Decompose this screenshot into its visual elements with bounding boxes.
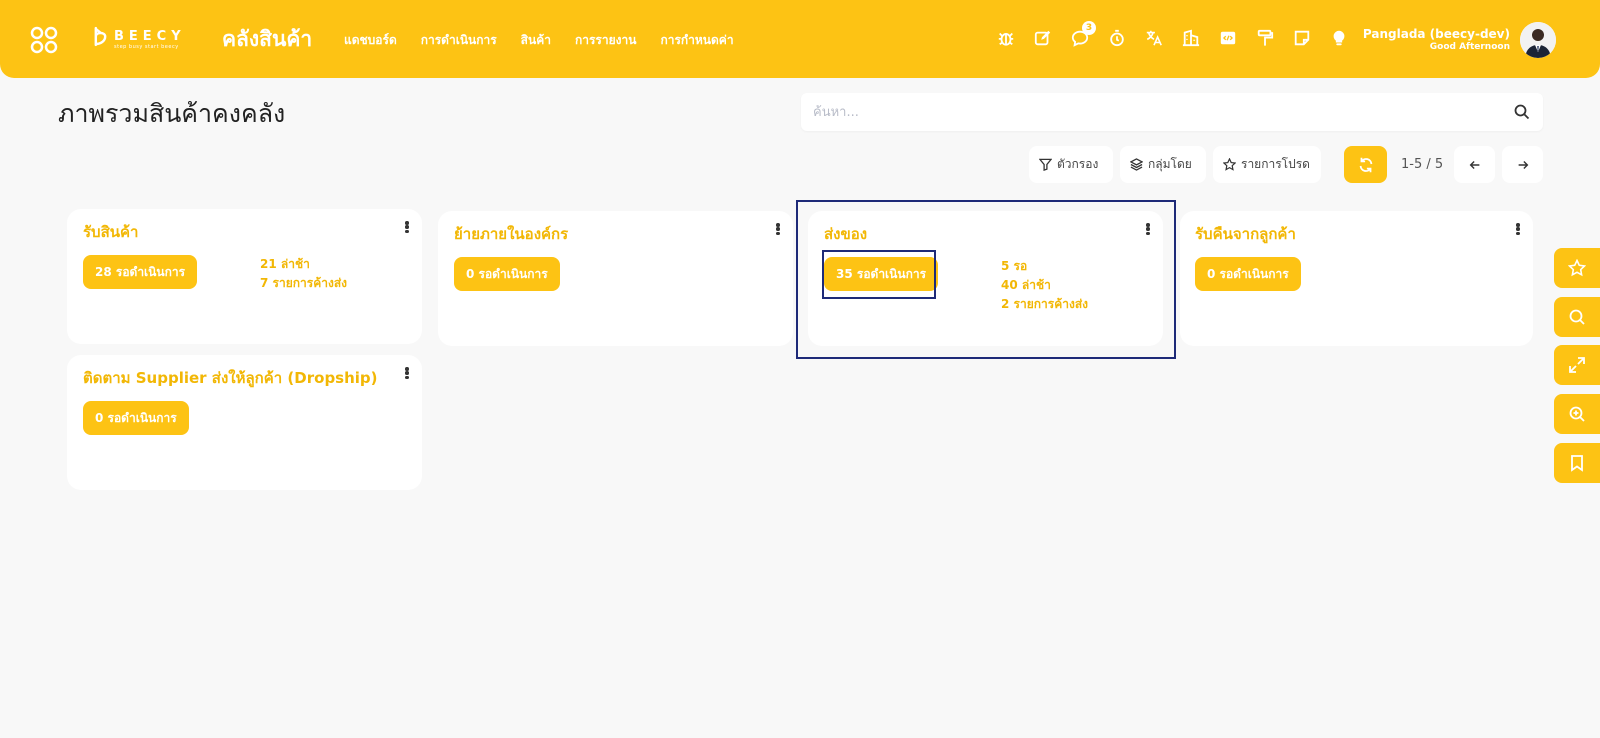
user-name: Panglada (beecy-dev)	[1362, 27, 1510, 42]
card-title[interactable]: ส่งของ	[824, 222, 867, 246]
pending-button[interactable]: 35 รอดำเนินการ	[824, 257, 939, 291]
search-icon	[1569, 309, 1585, 325]
search-icon[interactable]	[1513, 103, 1531, 121]
next-page-button[interactable]	[1502, 146, 1543, 183]
side-zoom-button[interactable]	[1554, 394, 1600, 434]
page-title: ภาพรวมสินค้าคงคลัง	[58, 99, 286, 128]
star-icon	[1568, 259, 1586, 277]
card-stats: 5 รอ 40 ล่าช้า 2 รายการค้างส่ง	[1001, 257, 1088, 314]
apps-grid-icon[interactable]	[30, 26, 58, 54]
card-title[interactable]: ติดตาม Supplier ส่งให้ลูกค้า (Dropship)	[83, 366, 378, 390]
building-icon[interactable]	[1181, 27, 1201, 49]
side-search-button[interactable]	[1554, 297, 1600, 337]
translate-icon[interactable]	[1144, 27, 1164, 49]
prev-page-button[interactable]	[1454, 146, 1495, 183]
zoom-in-icon	[1569, 406, 1585, 422]
bug-icon[interactable]	[996, 27, 1016, 49]
logo-tagline: step busy start beecy	[114, 43, 179, 50]
logo-name: BEECY	[114, 28, 186, 44]
filter-label: ตัวกรอง	[1057, 157, 1099, 171]
favorites-button[interactable]: รายการโปรด	[1213, 146, 1321, 183]
card-stats: 21 ล่าช้า 7 รายการค้างส่ง	[260, 255, 347, 293]
star-outline-icon	[1223, 158, 1236, 171]
side-favorite-button[interactable]	[1554, 248, 1600, 288]
avatar[interactable]	[1520, 22, 1556, 58]
card-title[interactable]: รับคืนจากลูกค้า	[1195, 222, 1296, 246]
code-icon[interactable]	[1218, 27, 1238, 49]
kebab-menu-icon[interactable]	[402, 365, 412, 381]
bookmark-icon	[1571, 455, 1583, 472]
side-bookmark-button[interactable]	[1554, 443, 1600, 483]
nav-operations[interactable]: การดำเนินการ	[421, 31, 497, 50]
stat-waiting[interactable]: 5 รอ	[1001, 257, 1088, 276]
edit-icon[interactable]	[1033, 27, 1053, 49]
chat-badge: 3	[1082, 21, 1096, 35]
header-tools: 3	[996, 21, 1349, 49]
arrow-right-icon	[1518, 160, 1528, 169]
card-receipts: รับสินค้า 28 รอดำเนินการ 21 ล่าช้า 7 ราย…	[67, 209, 422, 344]
kebab-menu-icon[interactable]	[402, 219, 412, 235]
pager-text: 1-5 / 5	[1401, 157, 1444, 172]
nav-dashboard[interactable]: แดชบอร์ด	[344, 31, 397, 50]
chat-icon[interactable]: 3	[1070, 21, 1096, 49]
group-by-button[interactable]: กลุ่มโดย	[1120, 146, 1206, 183]
card-customer-returns: รับคืนจากลูกค้า 0 รอดำเนินการ	[1180, 211, 1533, 346]
timer-icon[interactable]	[1107, 27, 1127, 49]
beecy-logo-mark-icon	[93, 26, 108, 53]
pending-button[interactable]: 0 รอดำเนินการ	[454, 257, 560, 291]
stat-backorder[interactable]: 7 รายการค้างส่ง	[260, 274, 347, 293]
main-nav: แดชบอร์ด การดำเนินการ สินค้า การรายงาน ก…	[344, 31, 734, 50]
expand-icon	[1569, 357, 1585, 373]
favorites-label: รายการโปรด	[1241, 157, 1310, 171]
filter-button[interactable]: ตัวกรอง	[1029, 146, 1113, 183]
stat-late[interactable]: 21 ล่าช้า	[260, 255, 347, 274]
stat-late[interactable]: 40 ล่าช้า	[1001, 276, 1088, 295]
kebab-menu-icon[interactable]	[1143, 221, 1153, 237]
top-header: BEECY step busy start beecy คลังสินค้า แ…	[0, 0, 1600, 78]
card-delivery: ส่งของ 35 รอดำเนินการ 5 รอ 40 ล่าช้า 2 ร…	[808, 211, 1163, 346]
card-title[interactable]: รับสินค้า	[83, 220, 138, 244]
arrow-left-icon	[1469, 160, 1479, 169]
kebab-menu-icon[interactable]	[1513, 221, 1523, 237]
refresh-button[interactable]	[1344, 146, 1387, 183]
pending-button[interactable]: 0 รอดำเนินการ	[1195, 257, 1301, 291]
card-internal-transfer: ย้ายภายในองค์กร 0 รอดำเนินการ	[438, 211, 793, 346]
group-by-label: กลุ่มโดย	[1148, 157, 1192, 171]
search-input[interactable]	[813, 93, 1503, 131]
card-title[interactable]: ย้ายภายในองค์กร	[454, 222, 568, 246]
pending-button[interactable]: 28 รอดำเนินการ	[83, 255, 198, 289]
nav-reporting[interactable]: การรายงาน	[575, 31, 636, 50]
stat-backorder[interactable]: 2 รายการค้างส่ง	[1001, 295, 1088, 314]
sticky-note-icon[interactable]	[1292, 27, 1312, 49]
filter-icon	[1039, 158, 1052, 171]
card-dropship: ติดตาม Supplier ส่งให้ลูกค้า (Dropship) …	[67, 355, 422, 490]
user-greeting: Good Afternoon	[1429, 41, 1510, 52]
side-expand-button[interactable]	[1554, 345, 1600, 385]
layers-icon	[1130, 158, 1143, 171]
search-bar	[801, 93, 1543, 131]
beecy-logo[interactable]: BEECY step busy start beecy	[93, 26, 186, 53]
pending-button[interactable]: 0 รอดำเนินการ	[83, 401, 189, 435]
nav-products[interactable]: สินค้า	[521, 31, 551, 50]
paint-roller-icon[interactable]	[1255, 27, 1275, 49]
kebab-menu-icon[interactable]	[773, 221, 783, 237]
refresh-icon	[1359, 157, 1372, 172]
user-menu[interactable]: Panglada (beecy-dev) Good Afternoon	[1363, 22, 1556, 58]
lightbulb-icon[interactable]	[1329, 27, 1349, 49]
module-title: คลังสินค้า	[222, 27, 313, 51]
nav-configuration[interactable]: การกำหนดค่า	[660, 31, 733, 50]
